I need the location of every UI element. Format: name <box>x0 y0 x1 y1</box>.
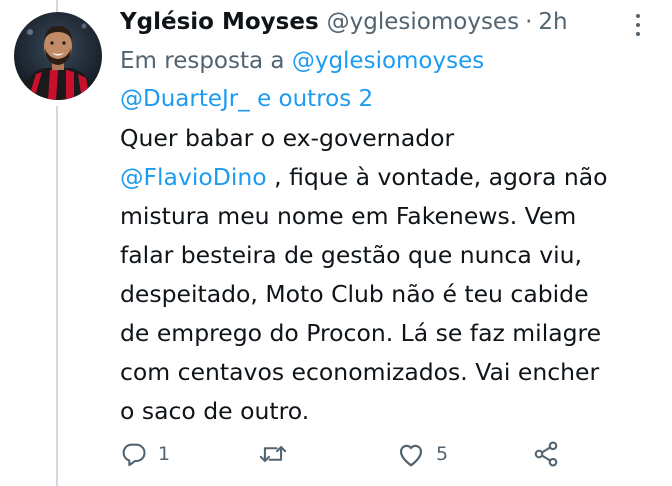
reply-mention-link[interactable]: @yglesiomoyses <box>292 48 484 74</box>
timestamp[interactable]: 2h <box>538 9 567 35</box>
reply-button[interactable]: 1 <box>120 436 170 472</box>
retweet-button[interactable] <box>258 436 298 472</box>
tweet-text-line: despeitado, Moto Club não é teu cabide <box>120 280 589 308</box>
tweet-header: Yglésio Moyses @yglesiomoyses · 2h <box>120 2 568 42</box>
tweet-text-segment: , fique à vontade, agora não <box>266 163 608 191</box>
tweet-text-line: @FlavioDino , fique à vontade, agora não <box>120 158 660 197</box>
tweet-text-line: falar besteira de gestão que nunca viu, <box>120 241 583 269</box>
share-button[interactable] <box>532 436 560 472</box>
tweet-text-line: o saco de outro. <box>120 397 310 425</box>
tweet-text-line: Quer babar o ex-governador <box>120 124 455 152</box>
thread-line-top <box>56 0 58 12</box>
reply-prefix: Em resposta a <box>120 48 285 74</box>
tweet-actions: 1 5 <box>120 436 660 472</box>
share-icon <box>532 440 560 468</box>
heart-icon <box>396 440 426 468</box>
separator: · <box>525 9 533 35</box>
reply-icon <box>120 440 148 468</box>
thread-line <box>56 106 58 486</box>
display-name[interactable]: Yglésio Moyses <box>120 9 319 35</box>
reply-count: 1 <box>158 443 171 465</box>
more-icon[interactable] <box>628 10 648 38</box>
tweet-text: Quer babar o ex-governador @FlavioDino ,… <box>120 119 660 431</box>
tweet-text-line: com centavos economizados. Vai encher <box>120 358 600 386</box>
retweet-icon <box>258 440 288 468</box>
like-count: 5 <box>436 443 449 465</box>
like-button[interactable]: 5 <box>396 436 448 472</box>
user-handle[interactable]: @yglesiomoyses <box>327 9 519 35</box>
mention-link[interactable]: @FlavioDino <box>120 163 267 191</box>
reply-others-link[interactable]: e outros 2 <box>257 86 373 112</box>
tweet-text-line: de emprego do Procon. Lá se faz milagre <box>120 319 602 347</box>
reply-context: Em resposta a @yglesiomoyses @DuarteJr_ … <box>120 42 660 118</box>
avatar[interactable] <box>14 12 102 100</box>
tweet-text-line: mistura meu nome em Fakenews. Vem <box>120 202 577 230</box>
tweet[interactable]: Yglésio Moyses @yglesiomoyses · 2h Em re… <box>0 0 672 486</box>
reply-mention-link[interactable]: @DuarteJr_ <box>120 86 250 112</box>
